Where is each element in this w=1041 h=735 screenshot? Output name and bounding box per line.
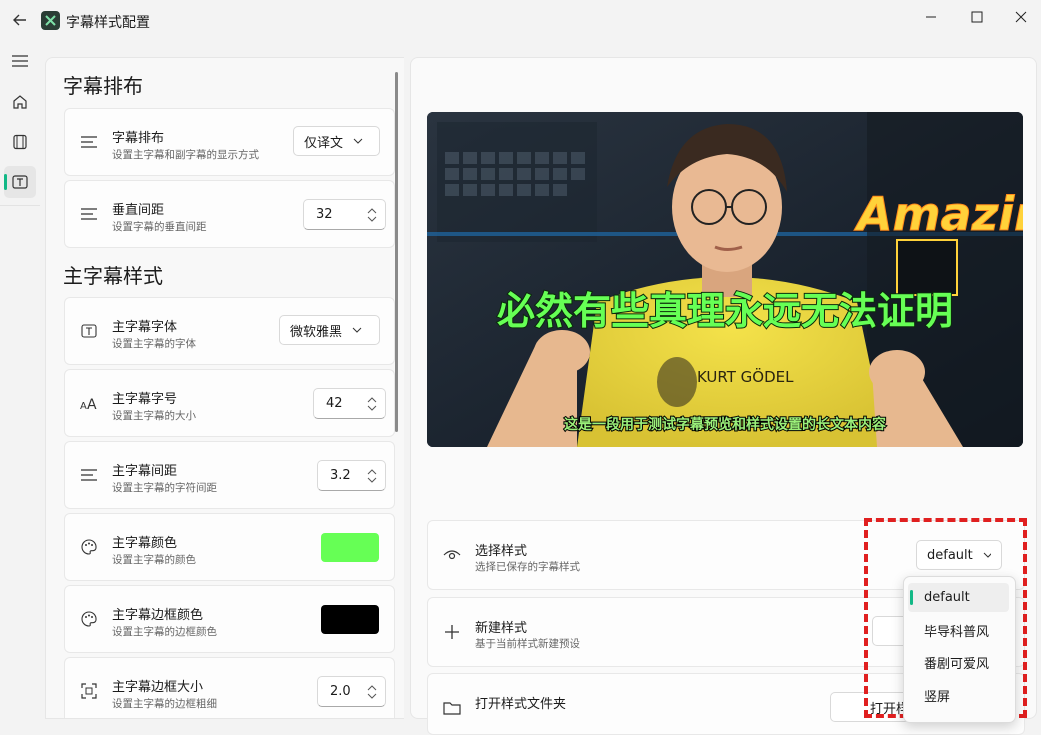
- menu-item-anime[interactable]: 番剧可爱风: [908, 648, 1009, 677]
- setting-desc: 设置主字幕的字符间距: [112, 482, 217, 494]
- film-icon[interactable]: [4, 126, 36, 158]
- setting-title: 主字幕字号: [112, 392, 178, 407]
- spinbox-value: 42: [326, 396, 343, 411]
- nav-divider: [0, 205, 40, 206]
- menu-item-vertical[interactable]: 竖屏: [908, 681, 1009, 710]
- chevron-down-icon: [352, 327, 362, 333]
- font-dropdown[interactable]: 微软雅黑: [279, 315, 380, 345]
- subtitle-preview-image: Amazin KURT GÖDEL 必然有些真理永远无法证明 这是一段用于测试字…: [427, 112, 1023, 447]
- settings-scrollbar[interactable]: [395, 72, 398, 432]
- spin-arrows-icon[interactable]: [367, 466, 377, 486]
- menu-item-default[interactable]: default: [908, 583, 1009, 612]
- sub-subtitle-text: 这是一段用于测试字幕预览和样式设置的长文本内容: [564, 416, 886, 433]
- setting-desc: 设置字幕的垂直间距: [112, 221, 207, 233]
- setting-card-color: 主字幕颜色 设置主字幕的颜色: [64, 513, 395, 581]
- border-size-icon: [78, 680, 100, 702]
- border-size-spinbox[interactable]: 2.0: [317, 676, 386, 707]
- setting-card-border-size: 主字幕边框大小 设置主字幕的边框粗细 2.0: [64, 657, 395, 718]
- setting-title: 主字幕字体: [112, 320, 178, 335]
- back-arrow-icon[interactable]: [10, 10, 30, 30]
- char-spacing-spinbox[interactable]: 3.2: [317, 460, 386, 491]
- menu-item-label: 毕导科普风: [924, 625, 990, 640]
- setting-card-border-color: 主字幕边框颜色 设置主字幕的边框颜色: [64, 585, 395, 653]
- spin-arrows-icon[interactable]: [367, 394, 377, 414]
- align-left-icon: [78, 203, 100, 225]
- subtitle-style-icon[interactable]: [4, 166, 36, 198]
- main-subtitle-text: 必然有些真理永远无法证明: [497, 289, 953, 333]
- dropdown-value: 仅译文: [304, 135, 344, 151]
- setting-desc: 设置主字幕的边框粗细: [112, 698, 217, 710]
- palette-icon: [78, 536, 100, 558]
- setting-title: 字幕排布: [112, 131, 165, 146]
- setting-card-font: 主字幕字体 设置主字幕的字体 微软雅黑: [64, 297, 395, 365]
- menu-item-label: default: [924, 590, 970, 605]
- folder-icon: [442, 698, 462, 718]
- menu-selected-indicator: [910, 590, 913, 605]
- align-left-icon: [78, 131, 100, 153]
- spin-arrows-icon[interactable]: [367, 682, 377, 702]
- layout-dropdown[interactable]: 仅译文: [293, 126, 380, 156]
- spinbox-value: 32: [316, 207, 333, 222]
- setting-desc: 设置主字幕的字体: [112, 338, 196, 350]
- setting-desc: 设置主字幕的边框颜色: [112, 626, 217, 638]
- menu-item-label: 竖屏: [924, 690, 951, 705]
- eye-icon: [442, 545, 462, 565]
- plus-icon: [442, 622, 462, 642]
- home-icon[interactable]: [4, 86, 36, 118]
- font-size-icon: AA: [78, 392, 100, 414]
- text-box-icon: [78, 320, 100, 342]
- app-logo-icon: [41, 11, 60, 30]
- window-title: 字幕样式配置: [66, 15, 150, 31]
- minimize-icon[interactable]: [918, 6, 944, 28]
- title-bar: [0, 0, 1041, 44]
- card-title: 打开样式文件夹: [475, 697, 567, 712]
- section-title-layout: 字幕排布: [63, 74, 143, 98]
- spinbox-value: 3.2: [330, 468, 351, 483]
- card-title: 选择样式: [475, 544, 528, 559]
- spin-arrows-icon[interactable]: [367, 205, 377, 225]
- hamburger-menu-icon[interactable]: [4, 45, 36, 77]
- setting-title: 垂直间距: [112, 203, 165, 218]
- shirt-print-text: KURT GÖDEL: [697, 367, 794, 386]
- neon-sign-text: Amazin: [854, 187, 1023, 241]
- setting-desc: 设置主字幕和副字幕的显示方式: [112, 149, 259, 161]
- setting-card-font-size: AA 主字幕字号 设置主字幕的大小 42: [64, 369, 395, 437]
- card-desc: 选择已保存的字幕样式: [475, 561, 580, 573]
- menu-item-bidao[interactable]: 毕导科普风: [908, 616, 1009, 645]
- spinbox-value: 2.0: [330, 684, 351, 699]
- setting-title: 主字幕间距: [112, 464, 178, 479]
- svg-text:A: A: [80, 401, 87, 410]
- setting-card-vertical-spacing: 垂直间距 设置字幕的垂直间距 32: [64, 180, 395, 248]
- chevron-down-icon: [353, 138, 363, 144]
- style-dropdown-menu: default 毕导科普风 番剧可爱风 竖屏: [903, 576, 1016, 723]
- nav-selected-indicator: [4, 174, 7, 190]
- settings-panel: 字幕排布 字幕排布 设置主字幕和副字幕的显示方式 仅译文 垂直间距 设置字幕的垂…: [45, 57, 404, 719]
- card-desc: 基于当前样式新建预设: [475, 638, 580, 650]
- palette-icon: [78, 608, 100, 630]
- font-size-spinbox[interactable]: 42: [313, 388, 386, 419]
- setting-desc: 设置主字幕的大小: [112, 410, 196, 422]
- align-left-icon: [78, 464, 100, 486]
- menu-item-label: 番剧可爱风: [924, 657, 990, 672]
- vertical-spacing-spinbox[interactable]: 32: [303, 199, 386, 230]
- setting-title: 主字幕边框颜色: [112, 608, 204, 623]
- card-title: 新建样式: [475, 621, 528, 636]
- setting-desc: 设置主字幕的颜色: [112, 554, 196, 566]
- main-color-swatch[interactable]: [321, 533, 379, 562]
- maximize-icon[interactable]: [964, 6, 990, 28]
- close-icon[interactable]: [1008, 6, 1034, 28]
- setting-title: 主字幕颜色: [112, 536, 178, 551]
- setting-card-char-spacing: 主字幕间距 设置主字幕的字符间距 3.2: [64, 441, 395, 509]
- setting-card-layout: 字幕排布 设置主字幕和副字幕的显示方式 仅译文: [64, 108, 395, 176]
- dropdown-value: 微软雅黑: [290, 324, 343, 340]
- border-color-swatch[interactable]: [321, 605, 379, 634]
- setting-title: 主字幕边框大小: [112, 680, 204, 695]
- svg-text:A: A: [87, 397, 97, 410]
- section-title-main-style: 主字幕样式: [63, 264, 163, 288]
